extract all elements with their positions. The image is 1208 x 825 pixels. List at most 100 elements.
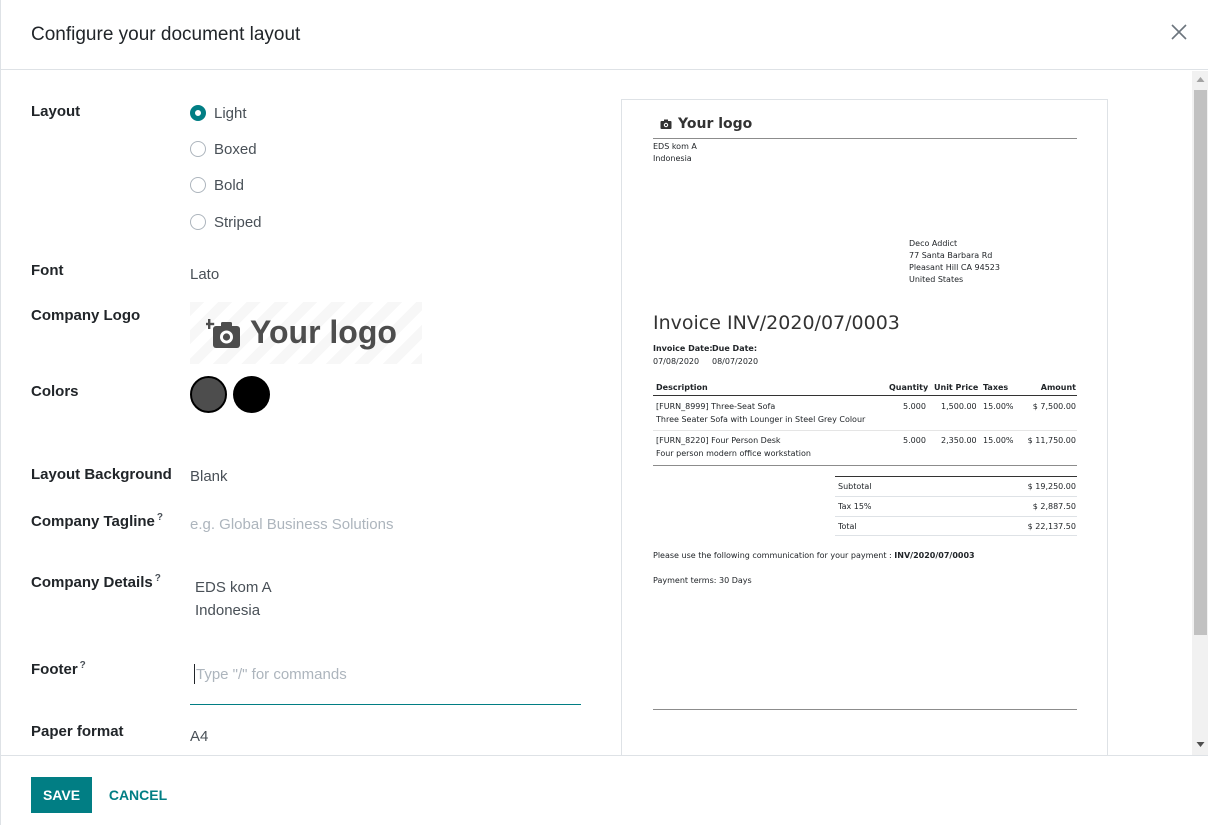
tax-label: Tax 15% [838,502,872,511]
line-amount: $ 7,500.00 [1032,402,1076,411]
col-quantity: Quantity [889,383,929,392]
details-label-text: Company Details [31,574,153,591]
table-row: [FURN_8999] Three-Seat Sofa Three Seater… [653,399,1077,431]
cancel-button[interactable]: CANCEL [102,777,174,813]
line-unit-price: 1,500.00 [941,402,977,411]
company-tagline-label: Company Tagline? [31,512,163,530]
subtotal-row: Subtotal $ 19,250.00 [835,476,1077,496]
company-details-line2[interactable]: Indonesia [195,602,260,619]
line-product: [FURN_8220] Four Person Desk [656,436,781,445]
preview-due-date-label: Due Date: [712,344,758,353]
font-select[interactable]: Lato [190,266,219,283]
radio-unchecked-icon [190,214,206,230]
footer-editor[interactable]: Type "/" for commands [190,656,581,705]
preview-due-date: 08/07/2020 [712,357,759,366]
radio-unchecked-icon [190,141,206,157]
save-button[interactable]: SAVE [31,777,92,813]
layout-option-label: Striped [214,213,262,231]
preview-footer-divider [653,709,1077,710]
preview-invoice-date: 07/08/2020 [653,357,700,366]
camera-icon [660,119,672,129]
footer-label-text: Footer [31,661,78,678]
line-unit-price: 2,350.00 [941,436,977,445]
secondary-color-swatch[interactable] [233,376,270,413]
line-product: [FURN_8999] Three-Seat Sofa [656,402,776,411]
layout-dialog: Configure your document layout Layout Li… [0,0,1208,825]
tagline-label-text: Company Tagline [31,513,155,530]
company-logo-upload[interactable]: Your logo [190,302,422,364]
preview-payment-terms: Payment terms: 30 Days [653,576,752,585]
text-caret [194,664,195,684]
logo-placeholder-text: Your logo [250,314,397,350]
help-icon[interactable]: ? [155,573,161,584]
total-value: $ 22,137.50 [1027,522,1076,531]
paper-format-label: Paper format [31,723,124,740]
add-photo-icon [206,319,240,348]
line-quantity: 5.000 [903,436,926,445]
close-icon[interactable] [1167,20,1191,44]
radio-unchecked-icon [190,177,206,193]
communication-text: Please use the following communication f… [653,551,895,560]
primary-color-swatch[interactable] [190,376,227,413]
colors-label: Colors [31,383,79,400]
layout-option-label: Bold [214,176,245,194]
preview-customer-country: United States [909,275,964,284]
line-amount: $ 11,750.00 [1027,436,1076,445]
col-taxes: Taxes [983,383,1009,392]
line-description: Three Seater Sofa with Lounger in Steel … [656,415,866,424]
layout-option-bold[interactable]: Bold [190,175,244,195]
total-row: Total $ 22,137.50 [835,516,1077,536]
subtotal-value: $ 19,250.00 [1027,482,1076,491]
line-tax: 15.00% [983,402,1014,411]
tax-value: $ 2,887.50 [1032,502,1076,511]
help-icon[interactable]: ? [80,660,86,671]
preview-company-line1: EDS kom A [653,142,697,151]
layout-option-light[interactable]: Light [190,103,247,123]
preview-invoice-title: Invoice INV/2020/07/0003 [653,312,900,334]
invoice-preview: Your logo EDS kom A Indonesia Deco Addic… [621,99,1108,755]
scroll-down-icon[interactable] [1196,740,1205,749]
dialog-body: Layout Light Boxed Bold Striped Font Lat… [1,71,1208,755]
col-description: Description [656,383,708,392]
help-icon[interactable]: ? [157,512,163,523]
dialog-header: Configure your document layout [1,0,1208,70]
preview-totals: Subtotal $ 19,250.00 Tax 15% $ 2,887.50 … [835,476,1077,536]
scroll-up-icon[interactable] [1196,75,1205,84]
col-unit-price: Unit Price [934,383,979,392]
preview-customer-name: Deco Addict [909,239,958,248]
company-tagline-input[interactable]: e.g. Global Business Solutions [190,516,393,533]
total-label: Total [838,522,857,531]
layout-label: Layout [31,103,81,120]
table-row: [FURN_8220] Four Person Desk Four person… [653,433,1077,466]
preview-communication: Please use the following communication f… [653,550,975,562]
scrollbar-thumb[interactable] [1194,90,1207,635]
preview-customer-city: Pleasant Hill CA 94523 [909,263,1000,272]
preview-logo: Your logo [660,116,752,132]
dialog-footer: SAVE CANCEL [1,755,1208,825]
footer-label: Footer? [31,660,86,678]
font-label: Font [31,262,64,279]
paper-format-select[interactable]: A4 [190,728,208,745]
line-tax: 15.00% [983,436,1014,445]
preview-company-line2: Indonesia [653,154,692,163]
col-amount: Amount [1040,383,1076,392]
preview-invoice-date-label: Invoice Date: [653,344,713,353]
company-details-line1[interactable]: EDS kom A [195,579,272,596]
layout-option-label: Boxed [214,140,257,158]
layout-option-boxed[interactable]: Boxed [190,139,257,159]
preview-table-header: Description Quantity Unit Price Taxes Am… [653,381,1077,396]
company-details-label: Company Details? [31,573,161,591]
layout-background-select[interactable]: Blank [190,468,228,485]
company-logo-label: Company Logo [31,307,141,324]
layout-background-label: Layout Background [31,466,172,483]
tax-row: Tax 15% $ 2,887.50 [835,496,1077,516]
preview-logo-text: Your logo [678,116,753,132]
layout-option-label: Light [214,104,247,122]
line-description: Four person modern office workstation [656,449,811,458]
preview-customer-street: 77 Santa Barbara Rd [909,251,993,260]
footer-placeholder: Type "/" for commands [196,666,347,683]
layout-option-striped[interactable]: Striped [190,212,262,232]
dialog-title: Configure your document layout [31,24,301,45]
preview-header-divider [653,138,1077,139]
line-quantity: 5.000 [903,402,926,411]
